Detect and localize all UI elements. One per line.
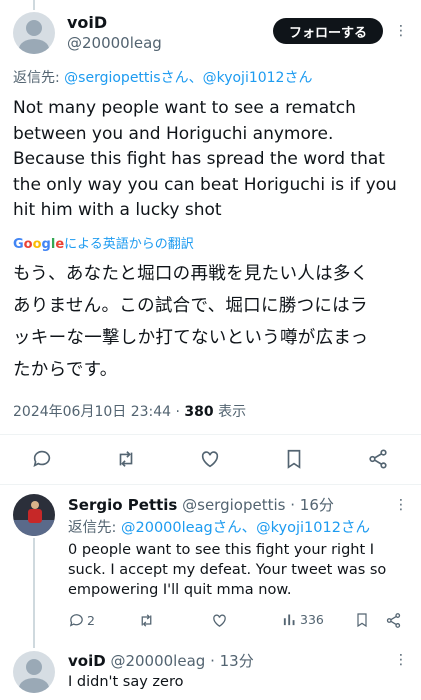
reply-prefix: 返信先:: [13, 70, 65, 86]
avatar[interactable]: [13, 12, 55, 54]
retweet-icon[interactable]: [138, 612, 155, 629]
reply-time[interactable]: · 16分: [290, 496, 334, 514]
reply-mentions-link[interactable]: @20000leagさん、@kyoji1012さん: [121, 520, 370, 536]
more-options-icon[interactable]: ⋮: [393, 497, 409, 513]
follow-button[interactable]: フォローする: [273, 18, 383, 44]
avatar[interactable]: [13, 651, 55, 693]
author-handle[interactable]: @sergiopettis: [182, 496, 285, 514]
share-icon[interactable]: [385, 612, 402, 629]
reply-prefix: 返信先:: [68, 520, 121, 536]
translated-text: もう、あなたと堀口の再戦を見たい人は多く ありません。この試合で、堀口に勝つには…: [13, 264, 369, 380]
share-icon[interactable]: [365, 446, 391, 472]
reply-icon: [69, 614, 83, 627]
reply-context: 返信先: @sergiopettisさん、@kyoji1012さん: [13, 67, 312, 87]
views-count: 336: [300, 612, 324, 627]
views-action[interactable]: 336: [282, 612, 324, 627]
author-name[interactable]: voiD: [67, 13, 107, 32]
thread-connector: [33, 0, 35, 10]
more-options-icon[interactable]: ⋮: [393, 23, 409, 39]
views-icon: [283, 614, 295, 626]
like-icon[interactable]: [211, 612, 228, 629]
reply-action[interactable]: 2: [68, 612, 95, 629]
reply-context: 返信先: @20000leagさん、@kyoji1012さん: [68, 516, 370, 537]
views-label: 表示: [218, 404, 247, 420]
author-handle[interactable]: @20000leag: [110, 652, 205, 670]
bookmark-icon[interactable]: [281, 446, 307, 472]
like-icon[interactable]: [197, 446, 223, 472]
meta-separator: ·: [175, 404, 180, 420]
google-logo: Google: [13, 237, 65, 252]
reply-mentions-link[interactable]: @sergiopettisさん、@kyoji1012さん: [64, 70, 312, 86]
views-count: 380: [184, 404, 214, 420]
reply-text: I didn't say zero: [68, 674, 184, 690]
bookmark-icon[interactable]: [354, 612, 370, 628]
tweet-meta: 2024年06月10日 23:44 · 380 表示: [13, 401, 246, 421]
author-name[interactable]: Sergio Pettis: [68, 496, 177, 514]
reply-text: 0 people want to see this fight your rig…: [68, 542, 387, 598]
tweet-text: Not many people want to see a rematch be…: [13, 98, 397, 221]
more-options-icon[interactable]: ⋮: [393, 652, 409, 668]
author-handle[interactable]: @20000leag: [67, 34, 162, 52]
reply-header: Sergio Pettis @sergiopettis · 16分: [68, 494, 334, 515]
divider: [0, 484, 421, 485]
avatar[interactable]: [13, 494, 55, 536]
translation-attribution[interactable]: Googleによる英語からの翻訳: [13, 233, 194, 252]
reply-count: 2: [87, 613, 95, 628]
reply-time[interactable]: · 13分: [210, 652, 254, 670]
translation-label: による英語からの翻訳: [64, 237, 194, 252]
author-name[interactable]: voiD: [68, 652, 106, 670]
thread-connector: [33, 538, 35, 648]
reply-header: voiD @20000leag · 13分: [68, 650, 254, 671]
retweet-icon[interactable]: [113, 446, 139, 472]
timestamp[interactable]: 2024年06月10日 23:44: [13, 404, 171, 420]
divider: [0, 434, 421, 435]
reply-icon[interactable]: [29, 446, 55, 472]
